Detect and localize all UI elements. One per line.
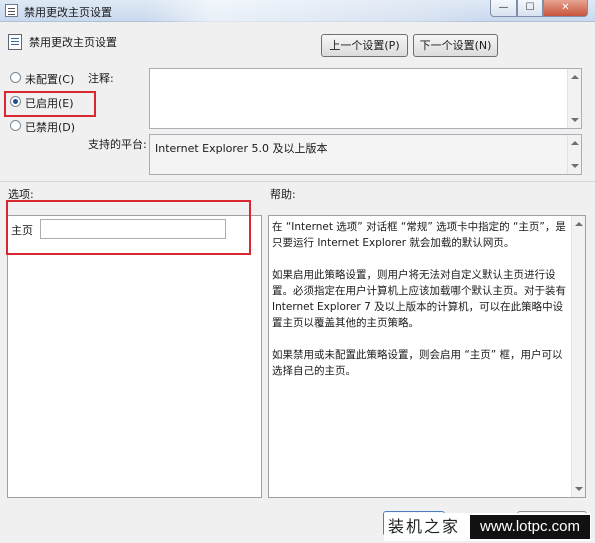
scroll-down-icon[interactable] [571, 118, 579, 122]
comment-scrollbar[interactable] [567, 69, 581, 128]
scroll-down-icon[interactable] [571, 164, 579, 168]
window-title: 禁用更改主页设置 [24, 6, 112, 19]
radio-label: 已禁用(D) [25, 121, 76, 134]
supported-platform-value: Internet Explorer 5.0 及以上版本 [155, 142, 328, 155]
comment-textarea[interactable] [149, 68, 582, 129]
help-paragraph: 在 “Internet 选项” 对话框 “常规” 选项卡中指定的 “主页”，是只… [272, 221, 566, 249]
help-paragraph: 如果禁用或未配置此策略设置，则会启用 “主页” 框，用户可以选择自己的主页。 [272, 349, 563, 377]
next-setting-button[interactable]: 下一个设置(N) [413, 34, 498, 57]
radio-label: 未配置(C) [25, 73, 75, 86]
minimize-button[interactable]: — [490, 0, 517, 17]
supported-platform-field: Internet Explorer 5.0 及以上版本 [149, 134, 582, 175]
watermark: 装机之家 www.lotpc.com [384, 513, 591, 541]
titlebar-blur [145, 0, 485, 22]
comment-label: 注释: [88, 72, 114, 85]
highlight-box-home-page [6, 200, 251, 255]
policy-setting-icon [8, 34, 22, 50]
platform-scrollbar[interactable] [567, 135, 581, 174]
help-paragraph: 如果启用此策略设置，则用户将无法对自定义默认主页进行设置。必须指定在用户计算机上… [272, 269, 566, 329]
help-scrollbar[interactable] [571, 216, 585, 497]
policy-icon [5, 4, 18, 17]
section-divider [0, 181, 595, 182]
watermark-url: www.lotpc.com [470, 515, 590, 539]
policy-title: 禁用更改主页设置 [29, 36, 117, 49]
options-pane [7, 215, 262, 498]
supported-platform-label: 支持的平台: [88, 138, 147, 151]
help-label: 帮助: [270, 188, 296, 201]
scroll-down-icon[interactable] [575, 487, 583, 491]
scroll-up-icon[interactable] [571, 75, 579, 79]
radio-circle[interactable] [10, 72, 21, 83]
scroll-up-icon[interactable] [575, 222, 583, 226]
highlight-box-enabled [4, 91, 96, 117]
radio-circle[interactable] [10, 120, 21, 131]
maximize-button[interactable]: ☐ [517, 0, 543, 17]
watermark-brand: 装机之家 [387, 517, 460, 536]
help-pane: 在 “Internet 选项” 对话框 “常规” 选项卡中指定的 “主页”，是只… [268, 215, 586, 498]
previous-setting-button[interactable]: 上一个设置(P) [321, 34, 408, 57]
scroll-up-icon[interactable] [571, 141, 579, 145]
close-button[interactable]: ✕ [543, 0, 588, 17]
help-text: 在 “Internet 选项” 对话框 “常规” 选项卡中指定的 “主页”，是只… [272, 219, 570, 395]
